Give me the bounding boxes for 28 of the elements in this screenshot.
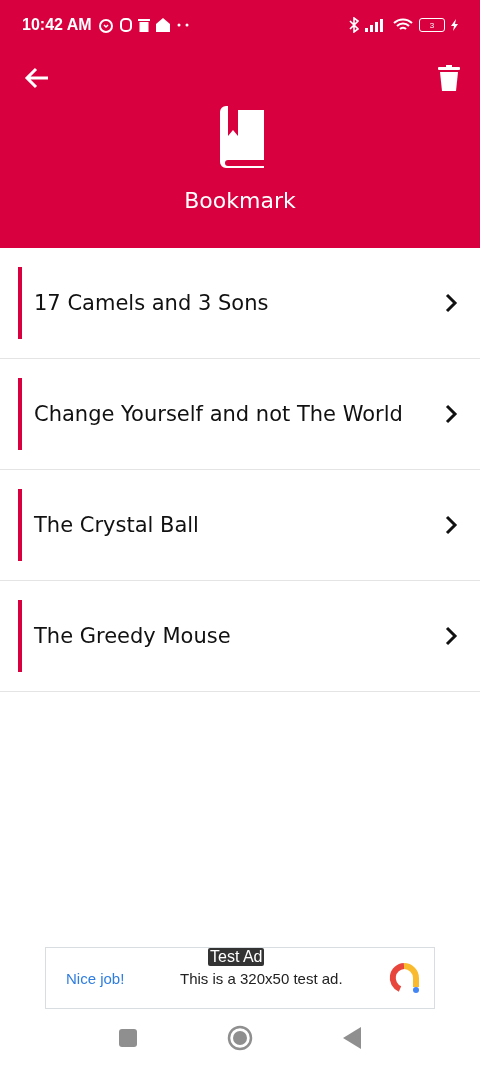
alarm-icon	[97, 17, 114, 33]
chevron-icon	[444, 625, 458, 647]
bluetooth-icon	[349, 17, 359, 33]
ad-text: This is a 320x50 test ad.	[180, 969, 344, 987]
status-time: 10:42 AM	[22, 16, 92, 34]
charging-icon	[451, 19, 458, 31]
home-button-icon[interactable]	[227, 1025, 253, 1051]
bookmark-row[interactable]: 17 Camels and 3 Sons	[0, 248, 480, 359]
page-title: Bookmark	[184, 188, 296, 213]
test-ad-badge: Test Ad	[208, 948, 265, 966]
more-icon	[175, 23, 190, 27]
chevron-icon	[444, 514, 458, 536]
bookmark-row[interactable]: The Crystal Ball	[0, 470, 480, 581]
home-icon	[155, 18, 170, 32]
trash-icon	[137, 18, 150, 32]
delete-button[interactable]	[438, 65, 460, 91]
ad-banner[interactable]: Test Ad Nice job! This is a 320x50 test ad.	[45, 947, 435, 1009]
back-nav-icon[interactable]	[343, 1027, 361, 1049]
chevron-icon	[444, 292, 458, 314]
ad-logo-icon	[388, 962, 420, 994]
battery-icon: 3	[419, 18, 445, 32]
bookmark-row[interactable]: The Greedy Mouse	[0, 581, 480, 692]
ad-headline: Nice job!	[66, 969, 126, 987]
chevron-icon	[444, 403, 458, 425]
bookmark-row[interactable]: Change Yourself and not The World	[0, 359, 480, 470]
back-button[interactable]	[24, 67, 50, 89]
recents-icon[interactable]	[119, 1029, 137, 1047]
wifi-icon	[393, 18, 413, 32]
